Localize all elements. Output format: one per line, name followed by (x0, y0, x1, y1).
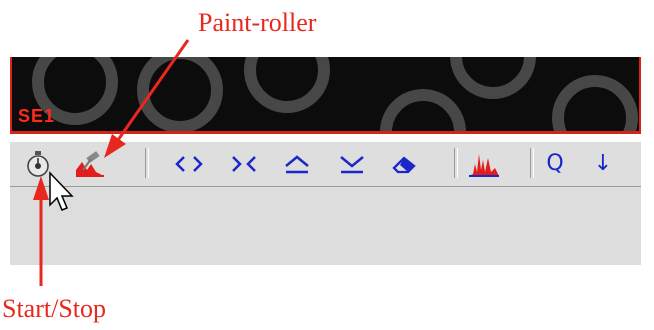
paint-roller-arrow (116, 39, 190, 141)
annotation-overlay (33, 39, 190, 286)
mouse-pointer-icon (49, 171, 74, 211)
paint-roller-arrowhead (104, 134, 126, 158)
start-stop-arrowhead (33, 176, 49, 200)
